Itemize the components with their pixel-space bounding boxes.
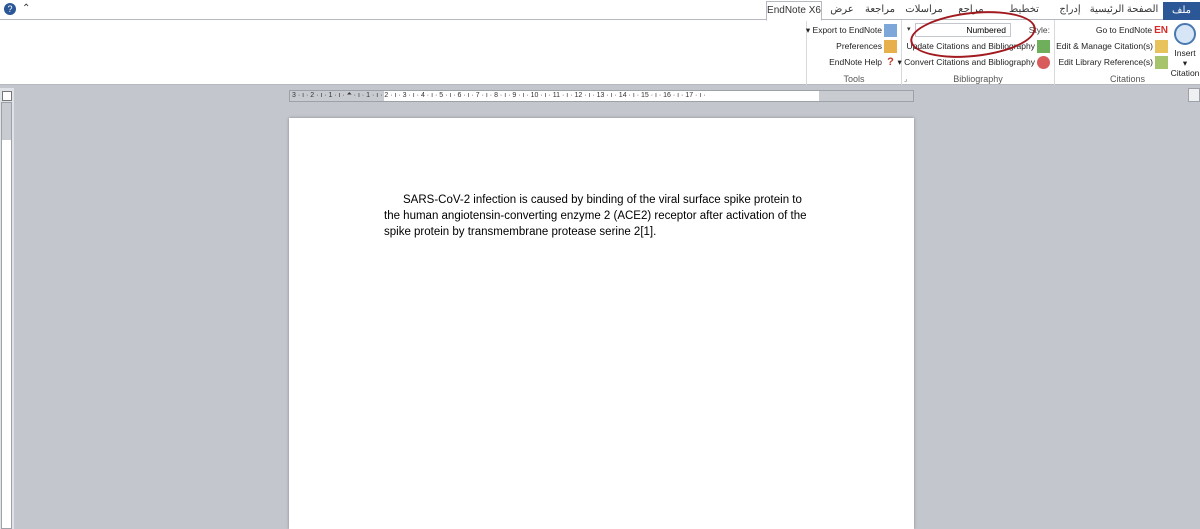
edit-icon	[1155, 40, 1168, 54]
magnifier-icon	[1174, 23, 1196, 45]
preferences-icon	[884, 40, 897, 54]
endnote-logo-icon: EN	[1154, 25, 1168, 36]
citations-group-label: Citations	[1109, 74, 1145, 84]
document-page[interactable]: SARS-CoV-2 infection is caused by bindin…	[289, 118, 914, 529]
insert-label: Insert	[1174, 48, 1196, 58]
doc-line-3: spike protein by transmembrane protease …	[384, 226, 657, 238]
edit-manage-citations-button[interactable]: Edit & Manage Citation(s)	[1056, 38, 1168, 54]
dialog-launcher-icon[interactable]: ⌟	[904, 75, 907, 83]
tab-home[interactable]: الصفحة الرئيسية	[1088, 0, 1160, 20]
tab-view[interactable]: عرض	[828, 0, 856, 20]
view-ruler-button[interactable]	[1188, 88, 1200, 102]
ruler-ticks: 3 · ı · 2 · ı · 1 · ı · 🞁 · ı · 1 · ı · …	[292, 92, 706, 99]
preferences-button[interactable]: Preferences	[836, 38, 897, 54]
edit-library-reference-button[interactable]: Edit Library Reference(s)	[1059, 54, 1168, 70]
endnote-help-button[interactable]: EndNote Help?	[829, 54, 897, 70]
insert-citation-button[interactable]: Insert ▾ Citation	[1170, 22, 1200, 78]
vertical-ruler-margin	[2, 103, 11, 140]
update-icon	[1037, 40, 1050, 54]
citations-group: Go to EndNote EN Edit & Manage Citation(s…	[1055, 20, 1200, 85]
help-icon[interactable]: ?	[4, 3, 16, 15]
ruler-toggle-icon[interactable]	[2, 91, 12, 101]
tab-endnote[interactable]: EndNote X6	[766, 1, 822, 21]
help-question-icon: ?	[887, 56, 894, 69]
tools-group: ▾ Export to EndNote Preferences EndNote …	[806, 20, 902, 85]
doc-line-1: SARS-CoV-2 infection is caused by bindin…	[403, 194, 802, 206]
style-dropdown-arrow-icon[interactable]: ▾	[907, 25, 911, 33]
tab-review[interactable]: مراجعة	[862, 0, 898, 20]
tab-insert[interactable]: إدراج	[1056, 0, 1084, 20]
document-paragraph[interactable]: SARS-CoV-2 infection is caused by bindin…	[384, 192, 810, 240]
tab-file[interactable]: ملف	[1163, 2, 1200, 20]
convert-icon	[1037, 56, 1050, 70]
bibliography-group-label: Bibliography	[953, 74, 1003, 84]
edit-library-icon	[1155, 56, 1168, 70]
export-to-endnote-button[interactable]: ▾ Export to EndNote	[806, 22, 897, 38]
doc-line-2: the human angiotensin-converting enzyme …	[384, 210, 807, 222]
go-to-endnote-button[interactable]: Go to EndNote EN	[1096, 22, 1168, 38]
vertical-ruler	[1, 102, 12, 529]
tools-group-label: Tools	[843, 74, 865, 84]
tab-mailings[interactable]: مراسلات	[904, 0, 944, 20]
ruler-margin-right	[819, 91, 913, 101]
horizontal-ruler[interactable]: 3 · ı · 2 · ı · 1 · ı · 🞁 · ı · 1 · ı · …	[289, 90, 914, 102]
export-icon	[884, 24, 897, 38]
minimize-ribbon-icon[interactable]: ⌃	[22, 3, 30, 14]
